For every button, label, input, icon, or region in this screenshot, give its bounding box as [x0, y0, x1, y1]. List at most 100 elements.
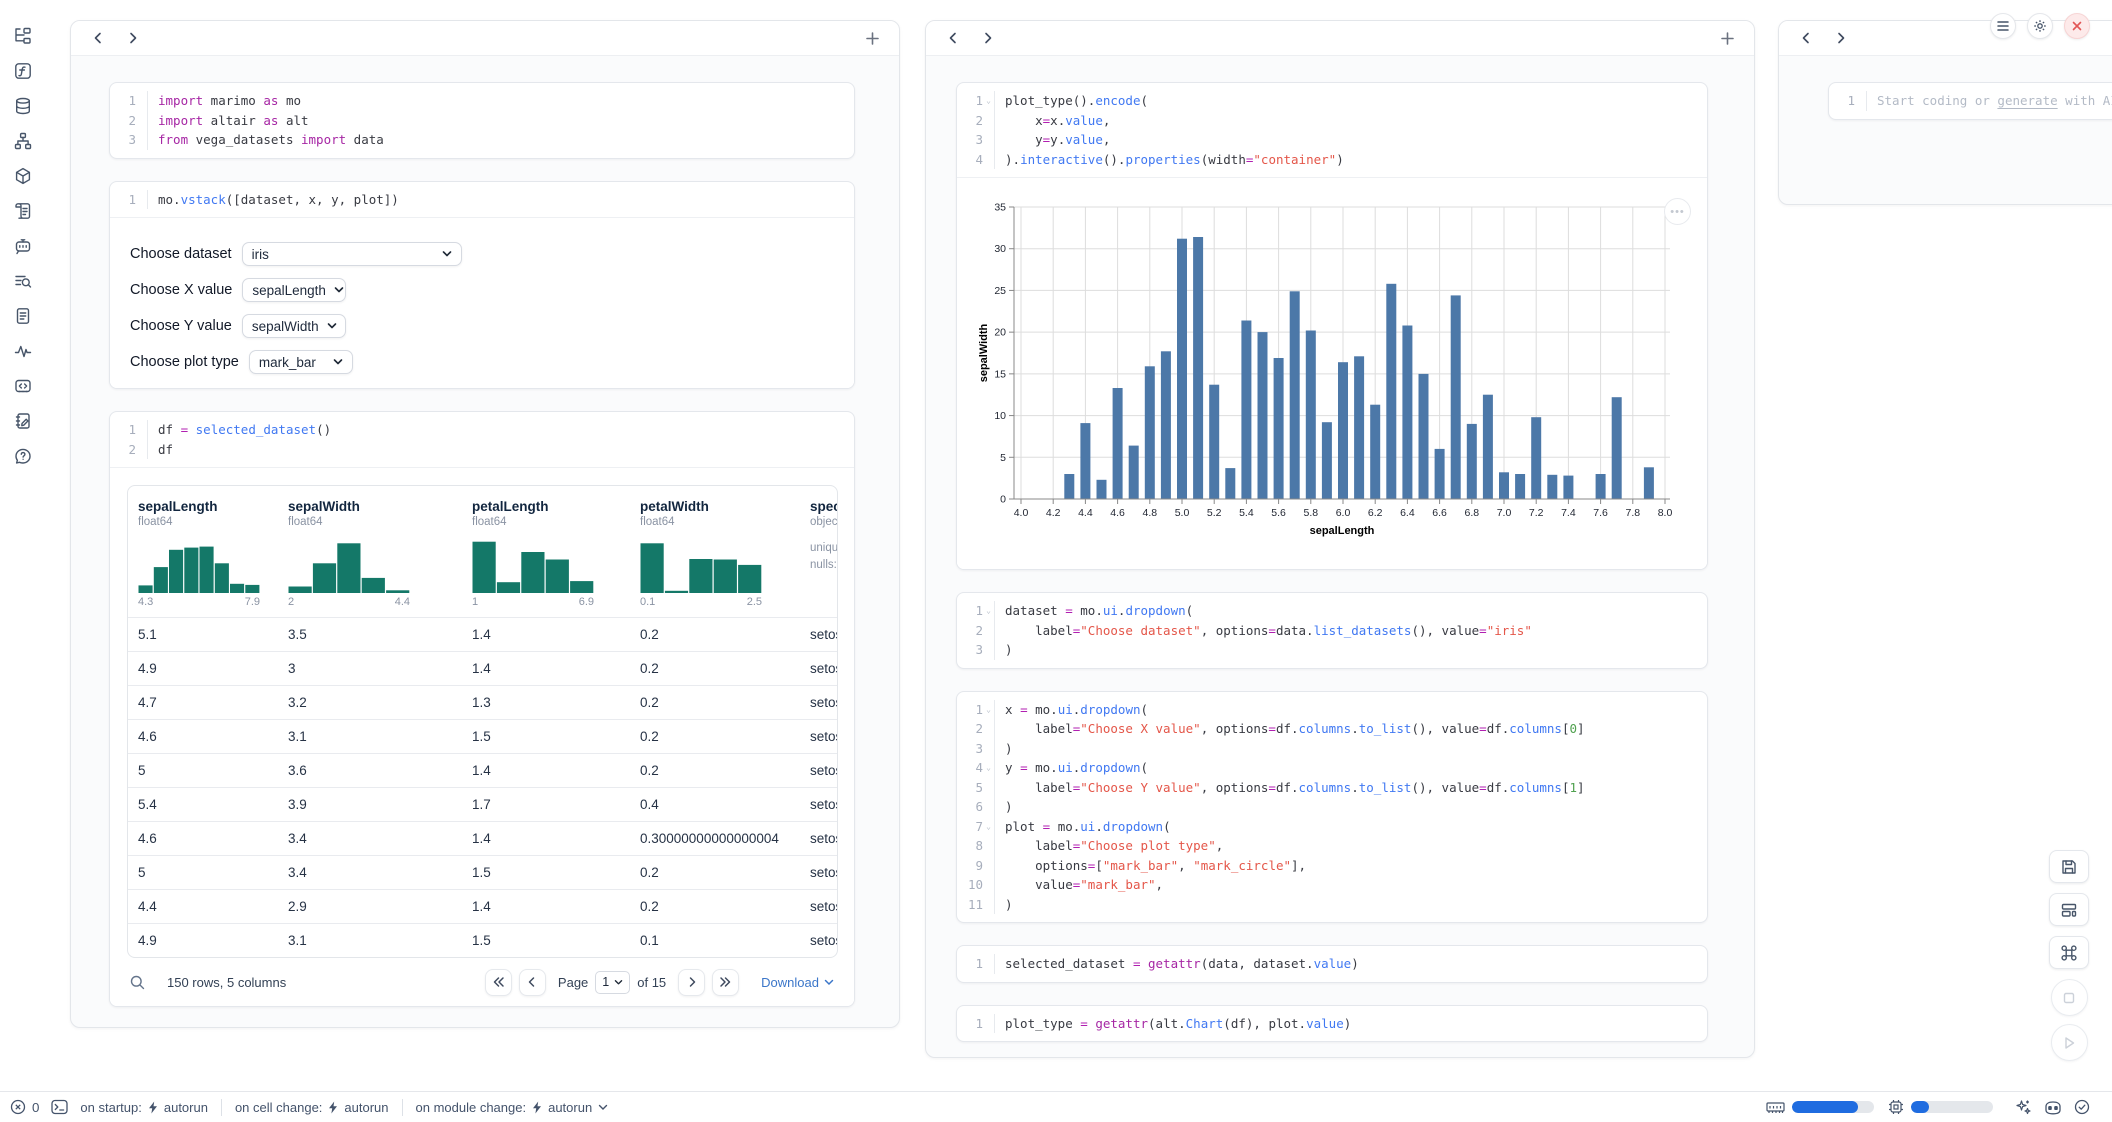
on-startup-setting[interactable]: on startup: autorun: [80, 1100, 208, 1115]
code-cell-plot[interactable]: 1⌄plot_type().encode(2 x=x.value,3 y=y.v…: [956, 82, 1708, 570]
add-cell-button[interactable]: [1714, 25, 1740, 51]
table-cell: 0.2: [640, 720, 806, 753]
svg-text:7.0: 7.0: [1497, 507, 1512, 519]
download-button[interactable]: Download: [761, 975, 834, 990]
copilot-button[interactable]: [2044, 1100, 2062, 1115]
dataframe-table: sepalLengthfloat644.37.9sepalWidthfloat6…: [127, 485, 838, 958]
stop-kernel-button[interactable]: [2051, 979, 2088, 1016]
fold-marker-icon[interactable]: ⌄: [983, 601, 994, 621]
dropdown-select-choose-x-value[interactable]: sepalLength: [242, 278, 346, 302]
empty-code-cell[interactable]: 1 Start coding or generate with AI: [1828, 82, 2112, 120]
generate-with-ai-link[interactable]: generate: [1997, 93, 2057, 108]
dropdown-select-choose-plot-type[interactable]: mark_bar: [249, 350, 353, 374]
fold-marker-icon[interactable]: ⌄: [983, 700, 994, 720]
connection-status-button[interactable]: [2074, 1099, 2090, 1115]
table-row[interactable]: 4.93.11.50.1setosa: [128, 923, 837, 957]
chevron-right-icon: [686, 976, 698, 988]
table-row[interactable]: 4.73.21.30.2setosa: [128, 685, 837, 719]
altair-bar-chart[interactable]: 4.04.24.44.64.85.05.25.45.65.86.06.26.46…: [957, 178, 1708, 569]
column-header-sepalWidth[interactable]: sepalWidthfloat6424.4: [288, 498, 468, 608]
column-scroll-right-button[interactable]: [975, 25, 1001, 51]
snippets-panel-button[interactable]: [10, 304, 36, 330]
table-row[interactable]: 4.931.40.2setosa: [128, 651, 837, 685]
code-editor-placeholder[interactable]: Start coding or generate with AI: [1866, 91, 2112, 111]
previous-page-button[interactable]: [519, 969, 546, 996]
hamburger-icon: [1997, 21, 2009, 31]
code-cell-vstack[interactable]: 1mo.vstack([dataset, x, y, plot])Choose …: [109, 181, 855, 390]
column-header-petalLength[interactable]: petalLengthfloat6416.9: [472, 498, 636, 608]
on-cell-change-setting[interactable]: on cell change: autorun: [235, 1100, 389, 1115]
code-cell-dataset-dropdown[interactable]: 1⌄dataset = mo.ui.dropdown(2 label="Choo…: [956, 592, 1708, 669]
table-row[interactable]: 4.63.11.50.2setosa: [128, 719, 837, 753]
table-row[interactable]: 5.13.51.40.2setosa: [128, 617, 837, 651]
column-scroll-right-button[interactable]: [120, 25, 146, 51]
terminal-button[interactable]: [51, 1099, 68, 1115]
line-number: 3: [957, 739, 983, 759]
code-editor[interactable]: 1⌄dataset = mo.ui.dropdown(2 label="Choo…: [957, 593, 1707, 668]
scratchpad-panel-button[interactable]: [10, 374, 36, 400]
keyboard-shortcuts-button[interactable]: [2049, 936, 2089, 969]
add-cell-button[interactable]: [859, 25, 885, 51]
column-header-sepalLength[interactable]: sepalLengthfloat644.37.9: [138, 498, 283, 608]
run-all-button[interactable]: [2051, 1024, 2088, 1061]
last-page-button[interactable]: [712, 969, 739, 996]
layout-select-button[interactable]: [2049, 893, 2089, 926]
ai-assist-button[interactable]: [2015, 1099, 2032, 1116]
shutdown-button[interactable]: [2064, 13, 2090, 39]
column-header-species[interactable]: speciesobjectunique:nulls:: [810, 498, 838, 574]
notes-panel-button[interactable]: [10, 409, 36, 435]
stop-icon: [2060, 989, 2078, 1007]
errors-button[interactable]: 0: [10, 1099, 39, 1115]
page-select[interactable]: 1: [595, 971, 630, 994]
table-search-button[interactable]: [130, 975, 145, 990]
menu-button[interactable]: [1990, 13, 2016, 39]
code-line: 3 y=y.value,: [957, 130, 1707, 150]
code-editor[interactable]: 1selected_dataset = getattr(data, datase…: [957, 946, 1707, 982]
code-editor[interactable]: 1plot_type = getattr(alt.Chart(df), plot…: [957, 1006, 1707, 1042]
dependency-graph-panel-button[interactable]: [10, 129, 36, 155]
column-header-petalWidth[interactable]: petalWidthfloat640.12.5: [640, 498, 806, 608]
table-row[interactable]: 53.61.40.2setosa: [128, 753, 837, 787]
column-scroll-left-button[interactable]: [1793, 25, 1819, 51]
svg-text:6.2: 6.2: [1368, 507, 1383, 519]
dropdown-select-choose-y-value[interactable]: sepalWidth: [242, 314, 346, 338]
table-row[interactable]: 53.41.50.2setosa: [128, 855, 837, 889]
table-row[interactable]: 4.42.91.40.2setosa: [128, 889, 837, 923]
code-editor[interactable]: 1⌄x = mo.ui.dropdown(2 label="Choose X v…: [957, 692, 1707, 923]
histogram-range: 0.12.5: [640, 596, 762, 608]
first-page-button[interactable]: [485, 969, 512, 996]
code-cell-xy-plot-dropdowns[interactable]: 1⌄x = mo.ui.dropdown(2 label="Choose X v…: [956, 691, 1708, 924]
code-cell-plot-type[interactable]: 1plot_type = getattr(alt.Chart(df), plot…: [956, 1005, 1708, 1043]
logs-panel-button[interactable]: [10, 199, 36, 225]
table-row[interactable]: 5.43.91.70.4setosa: [128, 787, 837, 821]
fold-marker-icon[interactable]: ⌄: [983, 91, 994, 111]
tracing-panel-button[interactable]: [10, 339, 36, 365]
help-panel-button[interactable]: [10, 444, 36, 470]
column-scroll-left-button[interactable]: [85, 25, 111, 51]
file-explorer-panel-button[interactable]: [10, 24, 36, 50]
column-scroll-left-button[interactable]: [940, 25, 966, 51]
functions-panel-button[interactable]: [10, 59, 36, 85]
datasources-panel-button[interactable]: [10, 94, 36, 120]
next-page-button[interactable]: [678, 969, 705, 996]
dropdown-select-choose-dataset[interactable]: iris: [242, 242, 462, 266]
table-row[interactable]: 4.63.41.40.30000000000000004setosa: [128, 821, 837, 855]
packages-panel-button[interactable]: [10, 164, 36, 190]
code-editor[interactable]: 1import marimo as mo2import altair as al…: [110, 83, 854, 158]
save-button[interactable]: [2049, 850, 2089, 883]
chart-actions-button[interactable]: •••: [1664, 198, 1691, 225]
fold-marker-icon[interactable]: ⌄: [983, 817, 994, 837]
code-editor[interactable]: 1⌄plot_type().encode(2 x=x.value,3 y=y.v…: [957, 83, 1707, 177]
ai-chat-panel-button[interactable]: [10, 234, 36, 260]
fold-marker-icon[interactable]: ⌄: [983, 758, 994, 778]
code-cell-selected-dataset[interactable]: 1selected_dataset = getattr(data, datase…: [956, 945, 1708, 983]
code-cell-dataframe[interactable]: 1df = selected_dataset()2df sepalLengthfl…: [109, 411, 855, 1007]
code-editor[interactable]: 1df = selected_dataset()2df: [110, 412, 854, 467]
column-scroll-right-button[interactable]: [1828, 25, 1854, 51]
settings-button[interactable]: [2027, 13, 2053, 39]
code-cell-imports[interactable]: 1import marimo as mo2import altair as al…: [109, 82, 855, 159]
on-module-change-setting[interactable]: on module change: autorun: [416, 1100, 609, 1115]
code-editor[interactable]: 1mo.vstack([dataset, x, y, plot]): [110, 182, 854, 218]
code-line: 2df: [110, 440, 854, 460]
outline-search-panel-button[interactable]: [10, 269, 36, 295]
